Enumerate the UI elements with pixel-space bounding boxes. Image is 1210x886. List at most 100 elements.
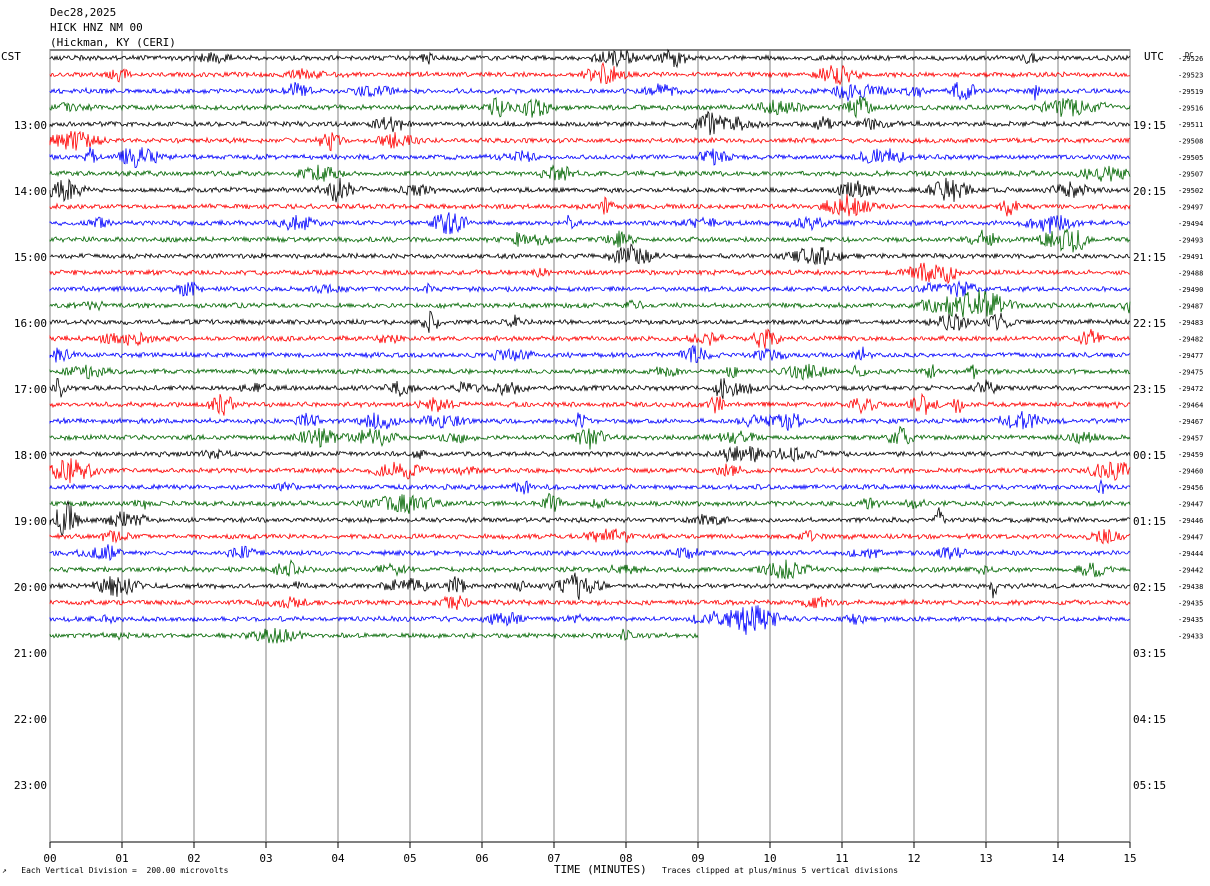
seismic-trace (49, 492, 1131, 514)
trace-dc-offset: -29491 (1178, 253, 1203, 261)
trace-dc-offset: -29505 (1178, 154, 1203, 162)
x-tick-label: 14 (1051, 852, 1065, 865)
trace-dc-offset: -29497 (1178, 204, 1203, 212)
left-hour-label: 18:00 (14, 449, 47, 462)
trace-dc-offset: -29442 (1178, 567, 1203, 575)
right-hour-label: 21:15 (1133, 251, 1166, 264)
right-hour-label: 19:15 (1133, 119, 1166, 132)
seismic-trace (49, 478, 1131, 495)
seismic-trace (49, 228, 1131, 253)
seismic-trace (49, 363, 1131, 381)
x-tick-label: 01 (115, 852, 128, 865)
x-tick-label: 04 (331, 852, 345, 865)
left-hour-label: 20:00 (14, 581, 47, 594)
trace-dc-offset: -29519 (1178, 88, 1203, 96)
right-hour-label: 04:15 (1133, 713, 1166, 726)
x-tick-label: 15 (1123, 852, 1136, 865)
trace-dc-offset: -29438 (1178, 583, 1203, 591)
seismic-trace (49, 177, 1131, 203)
trace-dc-offset: -29487 (1178, 303, 1203, 311)
trace-dc-offset: -29457 (1178, 435, 1203, 443)
trace-dc-offset: -29444 (1178, 550, 1203, 558)
right-hour-label: 20:15 (1133, 185, 1166, 198)
seismic-trace (49, 164, 1131, 182)
trace-dc-offset: -29516 (1178, 105, 1203, 113)
left-hour-label: 13:00 (14, 119, 47, 132)
trace-dc-offset: -29433 (1178, 633, 1203, 641)
left-hour-label: 19:00 (14, 515, 47, 528)
x-tick-label: 05 (403, 852, 416, 865)
trace-dc-offset: -29435 (1178, 616, 1203, 624)
seismic-trace (49, 130, 1131, 152)
seismic-trace (49, 310, 1131, 333)
seismic-trace (49, 95, 1131, 119)
seismic-trace (49, 627, 699, 644)
trace-dc-offset: -29475 (1178, 369, 1203, 377)
seismic-trace (49, 559, 1131, 580)
trace-dc-offset: -29526 (1178, 55, 1203, 63)
seismic-trace (49, 392, 1131, 416)
trace-dc-offset: -29502 (1178, 187, 1203, 195)
x-tick-label: 12 (907, 852, 920, 865)
right-hour-label: 02:15 (1133, 581, 1166, 594)
trace-dc-offset: -29490 (1178, 286, 1203, 294)
right-hour-label: 00:15 (1133, 449, 1166, 462)
corner-mark: ↗ (2, 866, 7, 875)
trace-dc-offset: -29446 (1178, 517, 1203, 525)
seismic-trace (49, 328, 1131, 349)
trace-dc-offset: -29472 (1178, 385, 1203, 393)
left-hour-label: 23:00 (14, 779, 47, 792)
x-tick-label: 11 (835, 852, 848, 865)
seismic-trace (49, 61, 1131, 86)
x-axis-title: TIME (MINUTES) (554, 863, 647, 876)
trace-dc-offset: -29435 (1178, 600, 1203, 608)
trace-dc-offset: -29493 (1178, 237, 1203, 245)
seismic-trace (49, 146, 1131, 169)
seismic-trace (49, 528, 1131, 545)
left-hour-label: 15:00 (14, 251, 47, 264)
trace-dc-offset: -29459 (1178, 451, 1203, 459)
x-tick-label: 06 (475, 852, 488, 865)
seismic-trace (49, 48, 1131, 69)
trace-dc-offset: -29494 (1178, 220, 1203, 228)
right-hour-label: 22:15 (1133, 317, 1166, 330)
trace-dc-offset: -29482 (1178, 336, 1203, 344)
trace-dc-offset: -29477 (1178, 352, 1203, 360)
trace-dc-offset: -29483 (1178, 319, 1203, 327)
seismic-trace (49, 262, 1130, 285)
helicorder-chart: 00 01 02 03 04 05 06 07 08 09 10 11 12 13 14 1513:0014:… (14, 48, 1203, 865)
trace-dc-offset: -29447 (1178, 501, 1203, 509)
trace-dc-offset: -29523 (1178, 72, 1203, 80)
trace-dc-offset: -29508 (1178, 138, 1203, 146)
x-tick-label: 03 (259, 852, 272, 865)
trace-dc-offset: -29456 (1178, 484, 1203, 492)
seismic-trace (49, 110, 1131, 136)
trace-dc-offset: -29467 (1178, 418, 1203, 426)
left-hour-label: 22:00 (14, 713, 47, 726)
seismic-trace (49, 194, 1131, 217)
trace-dc-offset: -29507 (1178, 171, 1203, 179)
x-tick-label: 09 (691, 852, 704, 865)
seismic-trace (49, 499, 1131, 537)
seismic-trace (49, 82, 1131, 103)
x-tick-label: 02 (187, 852, 200, 865)
right-hour-label: 23:15 (1133, 383, 1166, 396)
seismic-trace (49, 458, 1131, 484)
seismic-trace (49, 212, 1131, 235)
trace-dc-offset: -29488 (1178, 270, 1203, 278)
x-tick-label: 00 (43, 852, 56, 865)
vertical-scale-note: ↗ Each Vertical Division = 200.00 microv… (2, 866, 228, 875)
seismic-trace (49, 344, 1131, 363)
seismic-trace (49, 378, 1131, 400)
trace-dc-offset: -29447 (1178, 534, 1203, 542)
trace-dc-offset: -29511 (1178, 121, 1203, 129)
seismic-trace (49, 425, 1131, 450)
left-hour-label: 17:00 (14, 383, 47, 396)
right-hour-label: 03:15 (1133, 647, 1166, 660)
x-tick-label: 13 (979, 852, 992, 865)
left-hour-label: 14:00 (14, 185, 47, 198)
seismic-trace (49, 411, 1131, 431)
left-hour-label: 16:00 (14, 317, 47, 330)
seismic-trace (49, 544, 1131, 562)
clip-note: Traces clipped at plus/minus 5 vertical … (662, 866, 899, 875)
